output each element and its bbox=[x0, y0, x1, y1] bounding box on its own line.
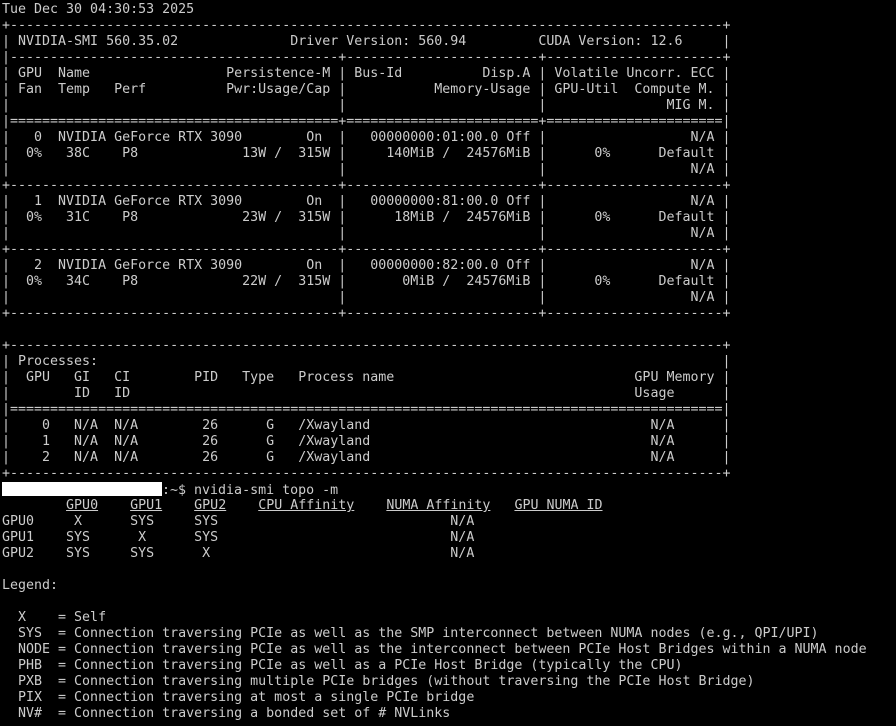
smi-line: |=======================================… bbox=[2, 402, 731, 417]
smi-line: |---------------------------------------… bbox=[2, 50, 731, 65]
smi-line: | | | N/A | bbox=[2, 162, 731, 177]
smi-line: | | | MIG M. | bbox=[2, 98, 731, 113]
smi-line: | ID ID Usage | bbox=[2, 386, 731, 401]
topo-header: GPU1 bbox=[130, 498, 163, 513]
topo-header: CPU Affinity bbox=[258, 498, 355, 513]
smi-line: +---------------------------------------… bbox=[2, 178, 731, 193]
date-line: Tue Dec 30 04:30:53 2025 bbox=[2, 2, 195, 17]
legend-item: PHB = Connection traversing PCIe as well… bbox=[2, 658, 683, 673]
smi-line: | 0% 34C P8 22W / 315W | 0MiB / 24576MiB… bbox=[2, 274, 731, 289]
topo-header: GPU0 bbox=[66, 498, 99, 513]
smi-line: | 0 N/A N/A 26 G /Xwayland N/A | bbox=[2, 418, 731, 433]
topo-header: GPU NUMA ID bbox=[514, 498, 603, 513]
smi-line: +---------------------------------------… bbox=[2, 306, 731, 321]
topo-row: GPU2 SYS SYS X N/A bbox=[2, 546, 475, 561]
legend-title: Legend: bbox=[2, 578, 59, 593]
legend-item: NODE = Connection traversing PCIe as wel… bbox=[2, 642, 867, 657]
smi-line: | 0% 38C P8 13W / 315W | 140MiB / 24576M… bbox=[2, 146, 731, 161]
legend-item: PXB = Connection traversing multiple PCI… bbox=[2, 674, 755, 689]
terminal-window[interactable]: Tue Dec 30 04:30:53 2025 +--------------… bbox=[0, 0, 896, 726]
legend-item: X = Self bbox=[2, 610, 107, 625]
legend-item: SYS = Connection traversing PCIe as well… bbox=[2, 626, 819, 641]
topo-header: NUMA Affinity bbox=[386, 498, 491, 513]
prompt-line: :~$ nvidia-smi topo -m bbox=[2, 482, 896, 498]
smi-line: | 2 NVIDIA GeForce RTX 3090 On | 0000000… bbox=[2, 258, 731, 273]
smi-line: | Fan Temp Perf Pwr:Usage/Cap | Memory-U… bbox=[2, 82, 731, 97]
smi-line: | 2 N/A N/A 26 G /Xwayland N/A | bbox=[2, 450, 731, 465]
topo-row: GPU0 X SYS SYS N/A bbox=[2, 514, 475, 529]
smi-line bbox=[2, 322, 896, 338]
smi-line: |=======================================… bbox=[2, 114, 731, 129]
command-text: nvidia-smi topo -m bbox=[194, 483, 339, 498]
legend-item: PIX = Connection traversing at most a si… bbox=[2, 690, 475, 705]
prompt-suffix: :~$ bbox=[162, 483, 195, 498]
smi-line: | 0 NVIDIA GeForce RTX 3090 On | 0000000… bbox=[2, 130, 731, 145]
smi-line: | | | N/A | bbox=[2, 290, 731, 305]
legend-item: NV# = Connection traversing a bonded set… bbox=[2, 706, 451, 721]
smi-line: | 1 NVIDIA GeForce RTX 3090 On | 0000000… bbox=[2, 194, 731, 209]
redacted-hostname bbox=[2, 482, 162, 496]
smi-line: | GPU Name Persistence-M | Bus-Id Disp.A… bbox=[2, 66, 731, 81]
smi-line: | 0% 31C P8 23W / 315W | 18MiB / 24576Mi… bbox=[2, 210, 731, 225]
topo-row: GPU1 SYS X SYS N/A bbox=[2, 530, 475, 545]
smi-line: | 1 N/A N/A 26 G /Xwayland N/A | bbox=[2, 434, 731, 449]
topo-header: GPU2 bbox=[194, 498, 227, 513]
smi-line: | Processes: | bbox=[2, 354, 731, 369]
smi-line: | | | N/A | bbox=[2, 226, 731, 241]
topo-header-row: GPU0 GPU1 GPU2 CPU Affinity NUMA Affinit… bbox=[2, 498, 896, 514]
smi-line: +---------------------------------------… bbox=[2, 466, 731, 481]
smi-line: +---------------------------------------… bbox=[2, 242, 731, 257]
smi-line: +---------------------------------------… bbox=[2, 338, 731, 353]
smi-line: +---------------------------------------… bbox=[2, 18, 731, 33]
smi-line: | NVIDIA-SMI 560.35.02 Driver Version: 5… bbox=[2, 34, 731, 49]
smi-line: | GPU GI CI PID Type Process name GPU Me… bbox=[2, 370, 731, 385]
